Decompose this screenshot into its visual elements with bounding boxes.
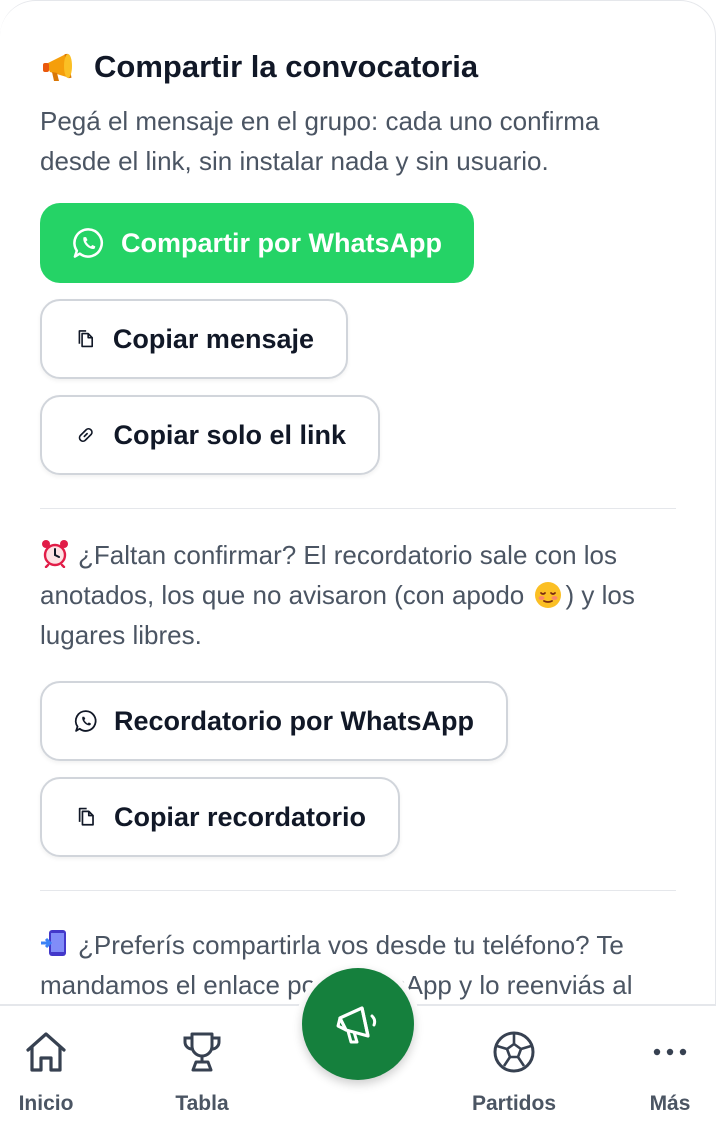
reminder-whatsapp-label: Recordatorio por WhatsApp: [113, 705, 474, 736]
alarm-clock-icon: [42, 540, 68, 568]
copy-message-button[interactable]: Copiar mensaje: [40, 299, 348, 379]
share-whatsapp-label: Compartir por WhatsApp: [121, 227, 442, 258]
nav-home[interactable]: Inicio: [0, 1028, 106, 1116]
whatsapp-icon: [73, 228, 104, 258]
share-description: Pegá el mensaje en el grupo: cada uno co…: [40, 106, 600, 176]
trophy-icon: [183, 1032, 221, 1072]
share-fab-button[interactable]: [302, 968, 414, 1080]
copy-reminder-button[interactable]: Copiar recordatorio: [40, 777, 400, 857]
megaphone-icon: [336, 1006, 377, 1044]
whatsapp-icon: [74, 710, 97, 732]
copy-link-label: Copiar solo el link: [113, 419, 346, 450]
nav-more-label: Más: [649, 1092, 691, 1115]
reminder-text-before: ¿Faltan confirmar? El recordatorio sale …: [40, 540, 618, 610]
nav-table[interactable]: Tabla: [142, 1028, 262, 1116]
section-header: Compartir la convocatoria: [40, 45, 676, 89]
relieved-face-icon: [535, 582, 562, 608]
home-icon: [26, 1032, 66, 1072]
nav-table-label: Tabla: [175, 1092, 229, 1115]
mobile-arrow-icon: [41, 930, 66, 956]
megaphone-icon: [43, 53, 72, 81]
reminder-description: ¿Faltan confirmar? El recordatorio sale …: [40, 535, 676, 655]
soccer-ball-icon: [493, 1031, 535, 1073]
nav-matches-label: Partidos: [471, 1092, 557, 1115]
copy-icon: [78, 807, 94, 826]
nav-home-label: Inicio: [18, 1092, 74, 1115]
reminder-whatsapp-button[interactable]: Recordatorio por WhatsApp: [40, 681, 508, 761]
share-whatsapp-button[interactable]: Compartir por WhatsApp: [40, 203, 474, 283]
divider: [40, 890, 676, 891]
share-content: Compartir la convocatoria Pegá el mensaj…: [40, 45, 676, 1005]
more-dots-icon: [653, 1048, 687, 1056]
copy-message-label: Copiar mensaje: [112, 323, 314, 354]
copy-icon: [78, 330, 94, 348]
page-title: Compartir la convocatoria: [94, 49, 479, 84]
copy-link-button[interactable]: Copiar solo el link: [40, 395, 380, 475]
nav-more[interactable]: Más: [610, 1028, 716, 1116]
divider: [40, 508, 676, 509]
copy-reminder-label: Copiar recordatorio: [113, 801, 366, 832]
nav-matches[interactable]: Partidos: [454, 1028, 574, 1116]
link-icon: [78, 428, 93, 442]
